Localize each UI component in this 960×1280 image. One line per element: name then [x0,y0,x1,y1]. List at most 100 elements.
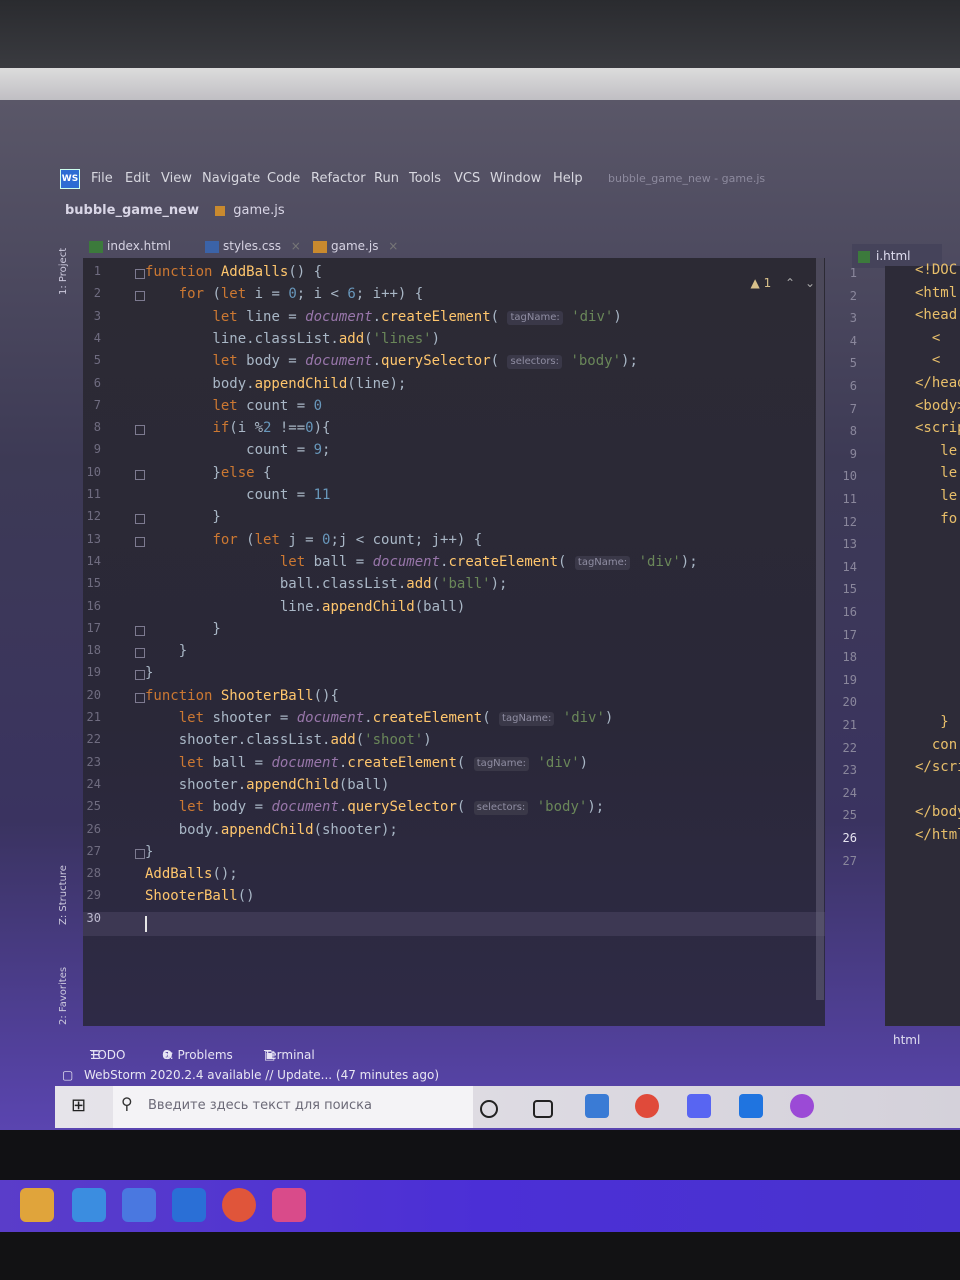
app-icon[interactable] [790,1094,814,1118]
close-icon[interactable]: × [388,239,398,253]
code-line[interactable]: ball.classList.add('ball'); [145,574,508,594]
code-line[interactable]: let count = 0 [145,396,322,416]
windows-start-icon[interactable]: ⊞ [71,1096,91,1116]
menu-run[interactable]: Run [374,171,399,186]
code-line[interactable]: AddBalls(); [145,864,238,884]
code-line[interactable]: } [915,714,948,730]
fold-marker-icon[interactable] [135,269,145,279]
fold-marker-icon[interactable] [135,625,145,636]
code-line[interactable]: let ball = document.createElement( tagNa… [145,753,588,773]
favorites-tool-button[interactable]: 2: Favorites [58,967,69,1025]
file-explorer-icon[interactable] [585,1094,609,1118]
code-line[interactable]: } [145,663,153,683]
tab-styles-css[interactable]: styles.css × [205,234,301,258]
close-icon[interactable]: × [291,239,301,253]
tab-game-js[interactable]: game.js × [313,234,401,261]
structure-tool-button[interactable]: Z: Structure [58,865,69,925]
code-line[interactable]: }else { [145,463,271,483]
code-line[interactable]: </html> [915,827,960,843]
code-line[interactable]: } [145,842,153,862]
code-line[interactable]: </head [915,375,960,391]
menu-tools[interactable]: Tools [409,171,441,186]
taskbar-search[interactable]: ⚲ Введите здесь текст для поиска [113,1086,473,1128]
mail-icon[interactable] [72,1188,106,1222]
editor-scrollbar[interactable] [816,258,824,1000]
fold-marker-icon[interactable] [135,291,145,302]
menu-view[interactable]: View [161,171,192,186]
code-line[interactable]: shooter.appendChild(ball) [145,775,390,795]
chevron-up-icon[interactable]: ⌃ [785,276,795,290]
menu-code[interactable]: Code [267,171,300,186]
chrome-icon[interactable] [635,1094,659,1118]
chrome-icon[interactable] [222,1188,256,1222]
fold-marker-icon[interactable] [135,670,145,681]
code-line[interactable]: le [915,443,957,459]
cortana-icon[interactable] [480,1100,498,1118]
fold-marker-icon[interactable] [135,469,145,480]
code-line[interactable]: function ShooterBall(){ [145,686,339,706]
code-area[interactable]: function AddBalls() { for (let i = 0; i … [145,258,825,1026]
menu-navigate[interactable]: Navigate [202,171,260,186]
code-line[interactable]: le [915,465,957,481]
breadcrumb-file[interactable]: game.js [233,203,284,218]
status-message[interactable]: WebStorm 2020.2.4 available // Update...… [84,1068,439,1082]
code-line[interactable]: count = 11 [145,485,330,505]
webstorm-taskbar-icon[interactable] [739,1094,763,1118]
fold-marker-icon[interactable] [135,692,145,703]
fold-marker-icon[interactable] [135,514,145,525]
teamviewer-icon[interactable] [172,1188,206,1222]
menu-vcs[interactable]: VCS [454,171,480,186]
zoom-icon[interactable] [122,1188,156,1222]
code-line[interactable]: let line = document.createElement( tagNa… [145,307,622,327]
fold-marker-icon[interactable] [135,536,145,547]
code-line[interactable]: let ball = document.createElement( tagNa… [145,552,698,572]
code-line[interactable]: ShooterBall() [145,886,255,906]
fold-marker-icon[interactable] [135,425,145,436]
code-line[interactable]: </scrip [915,759,960,775]
menu-window[interactable]: Window [490,171,541,186]
store-icon[interactable] [20,1188,54,1222]
menu-help[interactable]: Help [553,171,583,186]
code-line[interactable]: body.appendChild(shooter); [145,820,398,840]
code-line[interactable]: <html [915,285,957,301]
code-line[interactable]: <body> [915,398,960,414]
code-line[interactable]: for (let j = 0;j < count; j++) { [145,530,482,550]
code-line[interactable]: <head [915,307,957,323]
menu-file[interactable]: File [91,171,113,186]
split-editor-right[interactable]: 1 2 3 4 5 6 7 8 9 10 11 12 13 14 15 16 17 18 19 20 21 22 23 24 2… [835,262,960,1026]
breadcrumb-project[interactable]: bubble_game_new [65,203,199,218]
code-line[interactable]: let body = document.querySelector( selec… [145,351,638,371]
code-line[interactable]: if(i %2 !==0){ [145,418,330,438]
code-line[interactable]: count = 9; [145,440,330,460]
code-line[interactable]: < [915,330,940,346]
fold-marker-icon[interactable] [135,648,145,659]
code-line[interactable]: line.appendChild(ball) [145,597,465,617]
code-line[interactable]: let shooter = document.createElement( ta… [145,708,613,728]
fold-marker-icon[interactable] [135,848,145,859]
code-line[interactable]: </body> [915,804,960,820]
project-tool-button[interactable]: 1: Project [58,248,69,295]
code-line[interactable]: } [145,619,220,639]
inspection-widget[interactable]: ▲ 1 ⌃ ⌄ [751,276,815,290]
code-line[interactable]: shooter.classList.add('shoot') [145,730,432,750]
menu-edit[interactable]: Edit [125,171,150,186]
code-line[interactable]: con [915,737,957,753]
discord-icon[interactable] [687,1094,711,1118]
task-view-icon[interactable] [533,1100,553,1118]
code-line[interactable]: } [145,507,220,527]
code-line[interactable]: <scrip [915,420,960,436]
dropbox-icon[interactable] [272,1188,306,1222]
code-line[interactable]: le [915,488,957,504]
code-line[interactable]: < [915,352,940,368]
code-line[interactable]: fo [915,511,957,527]
tab-index-html[interactable]: index.html [89,234,171,258]
code-line[interactable]: } [145,641,187,661]
code-line[interactable]: for (let i = 0; i < 6; i++) { [145,284,424,304]
menu-refactor[interactable]: Refactor [311,171,366,186]
code-editor[interactable]: 1 2 3 4 5 6 7 8 9 10 11 12 13 14 15 16 17 18 19 20 21 22 23 24 2… [83,258,825,1026]
code-line[interactable]: body.appendChild(line); [145,374,406,394]
code-line[interactable]: let body = document.querySelector( selec… [145,797,604,817]
code-line[interactable]: function AddBalls() { [145,262,322,282]
code-line[interactable]: <!DOC [915,262,957,278]
chevron-down-icon[interactable]: ⌄ [805,276,815,290]
